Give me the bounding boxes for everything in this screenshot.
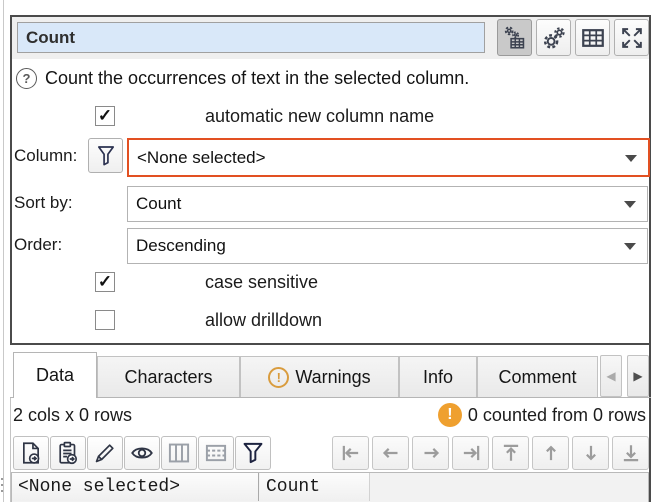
tab-warnings[interactable]: ! Warnings	[240, 356, 399, 397]
sort-by-label: Sort by:	[14, 186, 73, 220]
case-sensitive-row: ✓ case sensitive	[95, 272, 635, 292]
transform-and-table-view-button[interactable]	[497, 19, 532, 56]
view-values-button[interactable]	[124, 436, 160, 470]
allow-drilldown-label: allow drilldown	[205, 310, 322, 330]
column-label: Column:	[14, 138, 77, 173]
auto-column-name-row: ✓ automatic new column name	[95, 106, 635, 126]
move-down-icon	[578, 440, 604, 466]
tab-scroll-right-button[interactable]: ▶	[627, 355, 649, 397]
edit-icon	[92, 440, 118, 466]
export-file-button[interactable]	[13, 436, 49, 470]
help-row: ? Count the occurrences of text in the s…	[16, 66, 469, 90]
last-row-button[interactable]	[452, 436, 489, 470]
help-icon[interactable]: ?	[16, 68, 37, 89]
tab-scroll-left-button[interactable]: ◀	[600, 355, 622, 397]
warning-circle-icon: !	[268, 367, 289, 388]
move-top-icon	[498, 440, 524, 466]
counted-rows-text: 0 counted from 0 rows	[468, 405, 646, 426]
tab-characters[interactable]: Characters	[97, 356, 240, 397]
edit-button[interactable]	[87, 436, 123, 470]
order-select-value: Descending	[136, 229, 226, 263]
auto-column-name-label: automatic new column name	[205, 106, 434, 126]
tab-info-label: Info	[423, 367, 453, 388]
auto-column-name-checkbox[interactable]: ✓	[95, 106, 115, 126]
order-select[interactable]: Descending	[127, 228, 648, 264]
table-header-cell-1[interactable]: <None selected>	[12, 473, 259, 501]
panel-titlebar	[12, 17, 649, 59]
data-table-header: <None selected> Count	[11, 472, 649, 502]
transform-options-view-icon	[541, 25, 567, 51]
warning-badge-icon: !	[438, 403, 462, 427]
splitter-dot	[1, 484, 3, 486]
move-down-button[interactable]	[572, 436, 609, 470]
move-top-button[interactable]	[492, 436, 529, 470]
chevron-down-icon	[624, 201, 636, 208]
rows-icon	[203, 440, 229, 466]
splitter-dot	[1, 490, 3, 492]
table-view-icon	[580, 25, 606, 51]
tab-data-label: Data	[36, 365, 74, 386]
tab-characters-label: Characters	[124, 367, 212, 388]
filter-icon	[240, 440, 266, 466]
maximize-pane-button[interactable]	[614, 19, 649, 56]
move-bottom-button[interactable]	[612, 436, 649, 470]
table-view-button[interactable]	[575, 19, 610, 56]
move-bottom-icon	[618, 440, 644, 466]
copy-clipboard-button[interactable]	[50, 436, 86, 470]
next-row-button[interactable]	[412, 436, 449, 470]
allow-drilldown-row: allow drilldown	[95, 310, 635, 330]
column-widths-button[interactable]	[161, 436, 197, 470]
columns-icon	[166, 440, 192, 466]
arrow-left-icon: ◀	[606, 369, 615, 383]
eye-icon	[129, 440, 155, 466]
copy-clipboard-icon	[55, 440, 81, 466]
previous-row-icon	[378, 440, 404, 466]
table-header-cell-2[interactable]: Count	[260, 473, 370, 501]
order-row: Order: Descending	[12, 228, 649, 262]
chevron-down-icon	[625, 155, 637, 162]
move-up-button[interactable]	[532, 436, 569, 470]
column-row: Column: <None selected>	[12, 138, 649, 173]
transform-and-table-view-icon	[502, 25, 528, 51]
arrow-right-icon: ▶	[633, 369, 642, 383]
transform-description: Count the occurrences of text in the sel…	[45, 68, 469, 89]
next-row-icon	[418, 440, 444, 466]
case-sensitive-label: case sensitive	[205, 272, 318, 292]
chevron-down-icon	[624, 243, 636, 250]
move-up-icon	[538, 440, 564, 466]
filter-rows-button[interactable]	[235, 436, 271, 470]
tabbar-baseline	[10, 397, 651, 398]
splitter-dot	[1, 478, 3, 480]
previous-row-button[interactable]	[372, 436, 409, 470]
order-label: Order:	[14, 228, 62, 262]
export-file-icon	[18, 440, 44, 466]
allow-drilldown-checkbox[interactable]	[95, 310, 115, 330]
transform-options-view-button[interactable]	[536, 19, 571, 56]
sort-by-select-value: Count	[136, 187, 181, 221]
first-row-icon	[338, 440, 364, 466]
case-sensitive-checkbox[interactable]: ✓	[95, 272, 115, 292]
transform-options-panel: ? Count the occurrences of text in the s…	[10, 15, 651, 345]
first-row-button[interactable]	[332, 436, 369, 470]
pane-right-border	[649, 345, 651, 502]
status-warning-group: ! 0 counted from 0 rows	[438, 403, 646, 427]
transform-name-input[interactable]	[17, 22, 485, 53]
last-row-icon	[458, 440, 484, 466]
tab-comment-label: Comment	[498, 367, 576, 388]
pane-splitter[interactable]	[3, 0, 4, 502]
sort-by-row: Sort by: Count	[12, 186, 649, 220]
column-select[interactable]: <None selected>	[127, 138, 650, 177]
tab-warnings-label: Warnings	[295, 367, 370, 388]
column-select-value: <None selected>	[137, 140, 266, 175]
row-heights-button[interactable]	[198, 436, 234, 470]
tab-info[interactable]: Info	[399, 356, 477, 397]
table-dimensions-text: 2 cols x 0 rows	[13, 405, 132, 426]
tab-comment[interactable]: Comment	[477, 356, 598, 397]
tab-data[interactable]: Data	[13, 352, 97, 398]
filter-icon	[94, 144, 118, 168]
maximize-pane-icon	[619, 25, 645, 51]
sort-by-select[interactable]: Count	[127, 186, 648, 222]
column-filter-button[interactable]	[88, 138, 123, 173]
